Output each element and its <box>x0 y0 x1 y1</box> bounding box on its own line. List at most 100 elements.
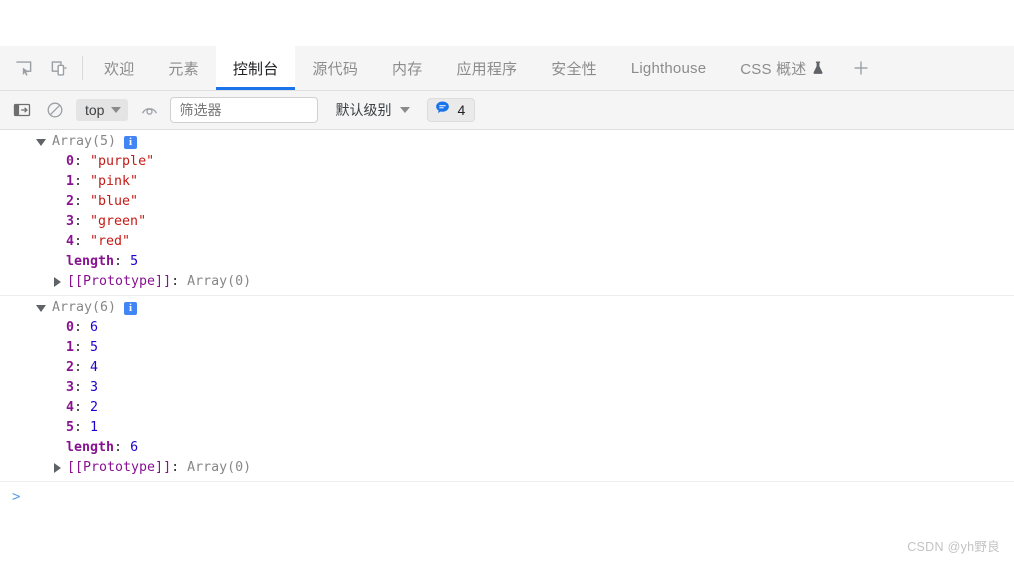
array-property-row: 5: 1 <box>0 418 1014 438</box>
disclosure-triangle-closed-icon[interactable] <box>54 463 61 473</box>
array-header-row[interactable]: Array(6) i <box>0 298 1014 318</box>
execution-context-value: top <box>85 102 105 118</box>
tab-security[interactable]: 安全性 <box>534 46 614 90</box>
property-key: length <box>66 440 115 455</box>
array-property-row: 4: 2 <box>0 398 1014 418</box>
tab-sources[interactable]: 源代码 <box>295 46 375 90</box>
array-label: Array(6) <box>52 300 117 315</box>
tab-memory[interactable]: 内存 <box>375 46 439 90</box>
devtools-tab-list: 欢迎 元素 控制台 源代码 内存 应用程序 安全性 Lighthouse CSS… <box>87 46 881 90</box>
chevron-down-icon <box>111 107 122 113</box>
property-value: "blue" <box>90 194 139 209</box>
prototype-key: [[Prototype]] <box>67 274 172 289</box>
property-key: 2 <box>66 360 75 375</box>
add-panel-button[interactable] <box>841 46 881 90</box>
tab-label: 应用程序 <box>456 60 518 78</box>
tab-elements[interactable]: 元素 <box>151 46 215 90</box>
console-prompt[interactable]: > <box>0 486 1014 508</box>
console-log-entry: Array(6) i 0: 6 1: 5 2: 4 3: 3 4: 2 5: 1 <box>0 296 1014 482</box>
property-key: 1 <box>66 174 75 189</box>
tab-label: 控制台 <box>232 60 279 78</box>
tab-label: CSS 概述 <box>740 60 807 78</box>
console-message-count-badge[interactable]: 4 <box>427 98 476 122</box>
console-output: Array(5) i 0: "purple" 1: "pink" 2: "blu… <box>0 130 1014 565</box>
property-key: 4 <box>66 234 75 249</box>
array-property-row: 1: "pink" <box>0 172 1014 192</box>
property-value: 5 <box>130 254 139 269</box>
property-value: 1 <box>90 420 99 435</box>
property-value: 5 <box>90 340 99 355</box>
show-console-sidebar-icon[interactable] <box>10 98 34 122</box>
device-toolbar-icon[interactable] <box>46 55 72 81</box>
disclosure-triangle-open-icon[interactable] <box>36 304 46 312</box>
prompt-chevron-icon: > <box>12 489 21 505</box>
execution-context-select[interactable]: top <box>76 99 129 121</box>
property-key: 3 <box>66 380 75 395</box>
tab-css-overview[interactable]: CSS 概述 <box>723 46 841 90</box>
property-key: 0 <box>66 154 75 169</box>
array-length-row: length: 6 <box>0 438 1014 458</box>
info-badge-icon[interactable]: i <box>124 135 138 149</box>
tabbar-divider <box>82 56 83 80</box>
experiment-flask-icon <box>812 61 824 75</box>
chevron-down-icon <box>400 107 411 113</box>
property-key: 4 <box>66 400 75 415</box>
array-length-row: length: 5 <box>0 252 1014 272</box>
tab-label: 元素 <box>168 60 199 78</box>
watermark: CSDN @yh野良 <box>907 540 1000 554</box>
array-property-row: 2: "blue" <box>0 192 1014 212</box>
inspect-element-icon[interactable] <box>10 55 36 81</box>
array-property-row: 3: 3 <box>0 378 1014 398</box>
page-viewport-blank <box>0 0 1014 46</box>
message-count: 4 <box>457 102 466 118</box>
property-value: 4 <box>90 360 99 375</box>
array-header-row[interactable]: Array(5) i <box>0 132 1014 152</box>
array-prototype-row[interactable]: [[Prototype]]: Array(0) <box>0 272 1014 292</box>
devtools-tabbar: 欢迎 元素 控制台 源代码 内存 应用程序 安全性 Lighthouse CSS… <box>0 46 1014 91</box>
tab-label: 欢迎 <box>104 60 135 78</box>
console-toolbar: top 默认级别 4 <box>0 91 1014 130</box>
log-level-value: 默认级别 <box>335 102 392 118</box>
disclosure-triangle-closed-icon[interactable] <box>54 277 61 287</box>
property-value: "red" <box>90 234 131 249</box>
property-value: "pink" <box>90 174 139 189</box>
devtools-tool-icons <box>0 46 78 90</box>
prototype-key: [[Prototype]] <box>67 460 172 475</box>
tab-console[interactable]: 控制台 <box>215 46 296 90</box>
property-key: length <box>66 254 115 269</box>
tab-label: 内存 <box>392 60 423 78</box>
tab-application[interactable]: 应用程序 <box>439 46 534 90</box>
clear-console-icon[interactable] <box>43 98 67 122</box>
console-filter-input[interactable] <box>170 97 319 123</box>
tab-welcome[interactable]: 欢迎 <box>87 46 151 90</box>
array-property-row: 2: 4 <box>0 358 1014 378</box>
property-key: 3 <box>66 214 75 229</box>
log-level-select[interactable]: 默认级别 <box>331 100 414 120</box>
property-value: "green" <box>90 214 147 229</box>
property-value: 6 <box>130 440 139 455</box>
tab-label: Lighthouse <box>630 59 707 77</box>
devtools-panel: 欢迎 元素 控制台 源代码 内存 应用程序 安全性 Lighthouse CSS… <box>0 46 1014 565</box>
array-property-row: 1: 5 <box>0 338 1014 358</box>
disclosure-triangle-open-icon[interactable] <box>36 138 46 146</box>
array-prototype-row[interactable]: [[Prototype]]: Array(0) <box>0 458 1014 478</box>
array-property-row: 0: "purple" <box>0 152 1014 172</box>
array-label: Array(5) <box>52 134 117 149</box>
tab-label: 源代码 <box>312 60 359 78</box>
console-log-entry: Array(5) i 0: "purple" 1: "pink" 2: "blu… <box>0 130 1014 296</box>
array-property-row: 0: 6 <box>0 318 1014 338</box>
tab-label: 安全性 <box>551 60 597 78</box>
property-value: 6 <box>90 320 99 335</box>
array-property-row: 3: "green" <box>0 212 1014 232</box>
tab-lighthouse[interactable]: Lighthouse <box>614 46 723 90</box>
info-badge-icon[interactable]: i <box>124 301 138 315</box>
live-expression-eye-icon[interactable] <box>137 98 161 122</box>
message-bubble-icon <box>435 100 450 120</box>
property-key: 2 <box>66 194 75 209</box>
prototype-value: Array(0) <box>187 460 252 475</box>
property-key: 0 <box>66 320 75 335</box>
property-value: "purple" <box>90 154 155 169</box>
property-value: 3 <box>90 380 99 395</box>
property-key: 1 <box>66 340 75 355</box>
array-property-row: 4: "red" <box>0 232 1014 252</box>
